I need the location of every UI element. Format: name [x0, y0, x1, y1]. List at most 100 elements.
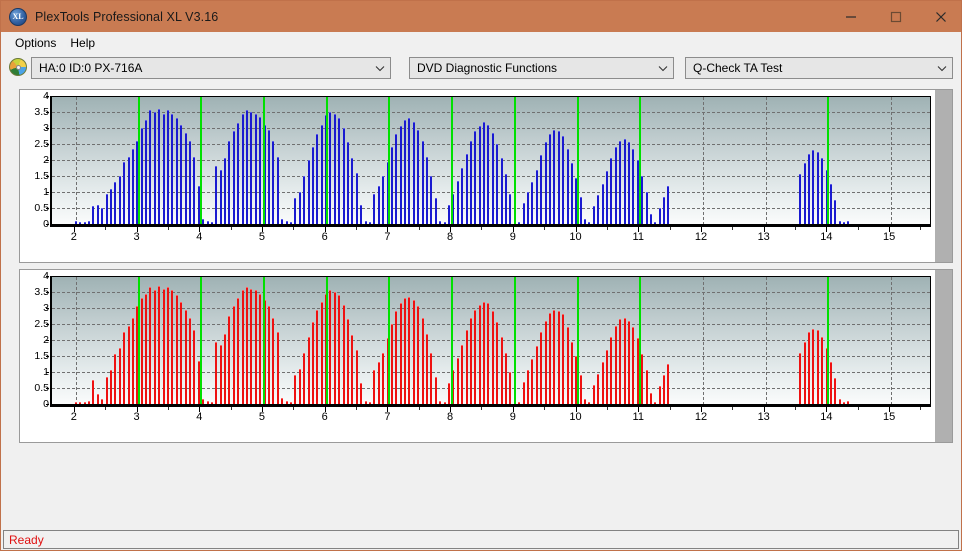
chart-bar: [140, 128, 143, 225]
y-axis-tick: [46, 292, 49, 293]
chart-bar: [267, 129, 270, 225]
chart-bar: [338, 295, 341, 405]
chart-bar: [829, 184, 832, 225]
function-select[interactable]: DVD Diagnostic Functions: [409, 57, 674, 79]
chart-bar: [531, 359, 534, 405]
x-axis-tick: [73, 227, 75, 232]
y-axis-tick: [46, 388, 49, 389]
chart-bar: [390, 324, 393, 405]
chart-bar: [816, 152, 819, 225]
chart-bar: [465, 153, 468, 225]
chart-bar: [658, 386, 661, 405]
chart-bar: [167, 287, 170, 405]
chart-bar: [232, 306, 235, 405]
menu-item-help[interactable]: Help: [63, 34, 102, 52]
chart-bar: [399, 126, 402, 225]
peak-shift-chart-y-axis: 0 0.5 1 1.5 2 2.5 3 3.5 4: [20, 270, 49, 410]
y-axis-tick: [46, 308, 49, 309]
x-axis-label: 5: [258, 231, 266, 243]
chart-bar: [153, 112, 156, 225]
application-window: XL PlexTools Professional XL V3.16 Optio…: [0, 0, 962, 551]
chart-bar: [483, 121, 486, 225]
chart-bar: [158, 108, 161, 225]
y-axis-tick: [46, 340, 49, 341]
chart-bar: [360, 383, 363, 405]
chart-bar: [474, 131, 477, 225]
chart-bar: [667, 364, 670, 405]
chart-bar: [447, 204, 450, 225]
chart-bar: [123, 332, 126, 405]
test-select[interactable]: Q-Check TA Test: [685, 57, 953, 79]
gridline-vertical: [702, 97, 704, 225]
chart-bar: [259, 293, 262, 405]
chart-bar: [663, 196, 666, 225]
chart-bar: [540, 155, 543, 225]
chart-bar: [333, 113, 336, 225]
chart-bar: [390, 147, 393, 225]
y-axis-tick: [46, 404, 49, 405]
chart-bar: [377, 185, 380, 225]
chart-bar: [570, 341, 573, 405]
chart-bar: [373, 370, 376, 405]
menu-item-options[interactable]: Options: [8, 34, 63, 52]
chart-bar: [579, 375, 582, 405]
chart-bar: [610, 158, 613, 225]
x-axis-label: 4: [196, 411, 203, 423]
chart-bar: [105, 193, 108, 225]
x-axis-tick-minor: [606, 407, 608, 410]
minimize-icon[interactable]: [828, 1, 873, 32]
chart-bar: [641, 176, 644, 225]
x-axis-tick-minor: [920, 407, 922, 410]
chart-bar: [188, 317, 191, 405]
x-axis-tick: [889, 227, 891, 232]
x-axis-tick-minor: [795, 407, 797, 410]
chart-bar: [153, 290, 156, 405]
chart-bar: [614, 325, 617, 405]
chart-bar: [171, 113, 174, 225]
chart-bar: [483, 301, 486, 405]
x-axis-tick: [575, 227, 577, 232]
chart-bar: [491, 311, 494, 405]
chart-bar: [272, 140, 275, 225]
marker-line: [513, 97, 516, 225]
chart-bar: [527, 192, 529, 225]
y-axis-tick: [46, 372, 49, 373]
chart-bar: [579, 196, 582, 225]
chart-bar: [351, 335, 354, 405]
jitter-chart-panel: 0 0.5 1 1.5 2 2.5 3 3.5 4 2 3 4 5 6 7 8 9 10 11 12 13 14 15: [19, 89, 953, 263]
gridline-horizontal: [52, 112, 930, 113]
close-icon[interactable]: [918, 1, 961, 32]
gridline-vertical: [765, 277, 767, 405]
marker-line: [137, 97, 140, 225]
chart-bar: [417, 306, 420, 405]
chart-bar: [434, 376, 437, 405]
x-axis-tick-minor: [669, 227, 671, 230]
drive-select[interactable]: HA:0 ID:0 PX-716A: [31, 57, 391, 79]
chart-bar: [241, 290, 244, 405]
chart-bar: [276, 156, 279, 225]
chart-bar: [641, 354, 644, 405]
chart-bar: [592, 206, 595, 225]
chart-bar: [109, 188, 112, 225]
y-axis-tick: [46, 356, 49, 357]
chart-bar: [592, 384, 595, 405]
chart-bar: [408, 296, 411, 405]
x-axis-tick: [763, 407, 765, 412]
x-axis-tick-minor: [230, 407, 232, 410]
chart-bar: [412, 300, 415, 405]
x-axis-label: 9: [509, 411, 516, 423]
maximize-icon[interactable]: [873, 1, 918, 32]
chart-bar: [461, 344, 464, 405]
chart-bar: [807, 332, 810, 405]
chart-bar: [548, 134, 551, 225]
chart-bar: [329, 112, 332, 225]
chart-bar: [373, 193, 376, 225]
x-axis-tick: [261, 407, 263, 412]
x-axis-label: 15: [882, 231, 896, 243]
chart-bar: [505, 174, 508, 225]
toolbar: HA:0 ID:0 PX-716A DVD Diagnostic Functio…: [1, 53, 961, 83]
y-axis-tick: [46, 324, 49, 325]
x-axis-label: 12: [694, 411, 708, 423]
chart-bar: [667, 185, 670, 225]
chart-bar: [162, 288, 165, 405]
